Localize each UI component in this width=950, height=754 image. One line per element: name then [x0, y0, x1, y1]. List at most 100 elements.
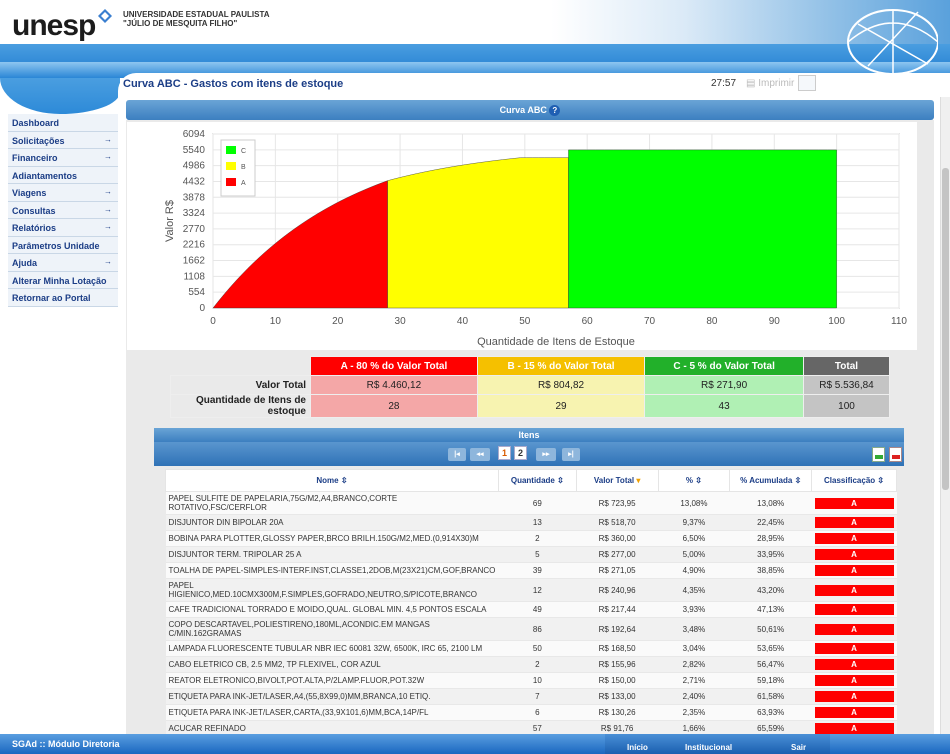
summary-header-total: Total [803, 356, 890, 376]
sidebar-item-10[interactable]: Retornar ao Portal [8, 289, 118, 307]
cell-classif-text: A [814, 623, 894, 635]
scrollbar-thumb[interactable] [942, 168, 949, 490]
cell-pct: 2,71% [658, 672, 730, 689]
sidebar-item-4[interactable]: Viagens → [8, 184, 118, 202]
col-nome[interactable]: Nome ⇳ [165, 469, 499, 492]
footer-link-institucional[interactable]: Institucional [685, 743, 732, 752]
table-row[interactable]: BOBINA PARA PLOTTER,GLOSSY PAPER,BRCO BR… [165, 530, 897, 547]
sidebar-item-5[interactable]: Consultas → [8, 201, 118, 219]
col-quantidade[interactable]: Quantidade ⇳ [497, 469, 577, 492]
cell-classif: A [811, 491, 897, 515]
cell-qtd: 2 [498, 656, 577, 673]
sidebar-item-7[interactable]: Parâmetros Unidade [8, 236, 118, 254]
cell-nome: LAMPADA FLUORESCENTE TUBULAR NBR IEC 600… [165, 640, 499, 657]
legend-swatch-b [226, 162, 236, 170]
cell-nome-text: BOBINA PARA PLOTTER,GLOSSY PAPER,BRCO BR… [168, 534, 479, 543]
sidebar-item-8[interactable]: Ajuda → [8, 254, 118, 272]
cell-classif-text: A [814, 691, 894, 702]
cell-qtd: 5 [498, 546, 577, 563]
help-icon[interactable]: ? [549, 105, 561, 116]
cell-qtd-text: 57 [532, 724, 542, 733]
table-row[interactable]: COPO DESCARTAVEL,POLIESTIRENO,180ML,ACON… [165, 617, 897, 641]
col-acumulada[interactable]: % Acumulada ⇳ [729, 469, 813, 492]
cell-valor-text: R$ 271,05 [598, 566, 636, 575]
cell-nome: CAFE TRADICIONAL TORRADO E MOIDO,QUAL. G… [165, 601, 499, 618]
cell-acum: 47,13% [729, 601, 812, 618]
cell-valor: R$ 271,05 [576, 562, 658, 579]
series-area-b [387, 157, 569, 309]
table-row[interactable]: CAFE TRADICIONAL TORRADO E MOIDO,QUAL. G… [165, 601, 897, 618]
col-valor-total[interactable]: Valor Total ▾ [575, 469, 659, 492]
cell-qtd-text: 2 [535, 534, 540, 543]
cell-acum-text: 43,20% [757, 585, 785, 595]
sidebar-item-3[interactable]: Adiantamentos [8, 166, 118, 184]
sidebar-item-label: Retornar ao Portal [12, 293, 91, 303]
cell-pct: 2,82% [658, 656, 730, 673]
cell-classif-text: A [814, 723, 894, 734]
print-label: Imprimir [758, 78, 795, 89]
cell-pct-text: 2,82% [682, 660, 706, 669]
sidebar-item-6[interactable]: Relatórios → [8, 219, 118, 237]
fullscreen-button[interactable] [798, 75, 816, 91]
sidebar-item-9[interactable]: Alterar Minha Lotação [8, 271, 118, 289]
summary-qtd-label: Quantidade de Itens de estoque [170, 394, 311, 418]
cell-qtd-text: 69 [532, 498, 542, 508]
x-tick-label: 100 [828, 316, 845, 327]
cell-valor-text: R$ 168,50 [598, 644, 636, 653]
globe-icon [847, 9, 938, 74]
table-row[interactable]: ETIQUETA PARA INK-JET/LASER,A4,(55,8X99,… [165, 688, 897, 705]
print-button[interactable]: ▤ Imprimir [746, 78, 794, 89]
arrow-right-icon: → [104, 152, 112, 161]
sidebar-item-1[interactable]: Solicitações → [8, 131, 118, 149]
col-valor-total-label: Valor Total [593, 476, 635, 485]
cell-pct-text: 1,66% [682, 724, 706, 733]
footer-link-sair[interactable]: Sair [791, 743, 806, 752]
sidebar-item-label: Consultas [12, 205, 56, 216]
sort-desc-icon: ▾ [636, 476, 641, 485]
cell-acum: 28,95% [729, 530, 812, 547]
unesp-logo[interactable]: unesp [12, 9, 96, 43]
cell-valor-text: R$ 277,00 [598, 550, 636, 559]
session-timer: 27:57 [711, 78, 737, 89]
cell-pct: 3,48% [658, 617, 730, 641]
cell-classif-text: A [814, 707, 894, 718]
table-row[interactable]: CABO ELETRICO CB, 2.5 MM2, TP FLEXIVEL, … [165, 656, 897, 673]
table-row[interactable]: PAPEL HIGIENICO,MED.10CMX300M,F.SIMPLES,… [165, 578, 897, 602]
table-row[interactable]: ETIQUETA PARA INK-JET/LASER,CARTA,(33,9X… [165, 704, 897, 721]
prev-page-button[interactable]: ◂◂ [470, 448, 490, 461]
table-row[interactable]: REATOR ELETRONICO,BIVOLT,POT.ALTA,P/2LAM… [165, 672, 897, 689]
y-tick-label: 3878 [183, 192, 206, 203]
last-page-button[interactable]: ▸| [562, 448, 580, 461]
export-pdf-icon[interactable] [889, 447, 902, 462]
cell-classif: A [811, 578, 897, 602]
cell-qtd-text: 2 [535, 660, 540, 669]
page-1-button[interactable]: 1 [498, 446, 511, 460]
table-row[interactable]: DISJUNTOR TERM. TRIPOLAR 25 A 5 R$ 277,00 5… [165, 546, 897, 563]
cell-acum-text: 33,95% [757, 550, 785, 559]
next-page-button[interactable]: ▸▸ [536, 448, 556, 461]
cell-nome-text: DISJUNTOR TERM. TRIPOLAR 25 A [168, 550, 302, 559]
page-2-button[interactable]: 2 [514, 446, 527, 460]
cell-acum-text: 38,85% [757, 566, 785, 575]
arrow-right-icon: → [104, 134, 112, 144]
col-classificacao[interactable]: Classificação ⇳ [811, 469, 897, 492]
table-row[interactable]: TOALHA DE PAPEL-SIMPLES-INTERF.INST,CLAS… [165, 562, 897, 579]
footer-link-inicio[interactable]: Início [627, 743, 648, 752]
export-excel-icon[interactable] [872, 447, 885, 462]
cell-nome-text: ETIQUETA PARA INK-JET/LASER,CARTA,(33,9X… [168, 708, 429, 717]
x-tick-label: 110 [891, 316, 907, 327]
cell-acum: 43,20% [729, 578, 812, 602]
y-tick-label: 5540 [183, 145, 206, 156]
table-row[interactable]: LAMPADA FLUORESCENTE TUBULAR NBR IEC 600… [165, 640, 897, 657]
table-row[interactable]: PAPEL SULFITE DE PAPELARIA,75G/M2,A4,BRA… [165, 491, 897, 515]
col-percent[interactable]: % ⇳ [657, 469, 731, 492]
summary-valor-total: R$ 5.536,84 [803, 375, 890, 395]
cell-valor-text: R$ 155,96 [598, 660, 636, 669]
sidebar-item-0[interactable]: Dashboard [8, 114, 118, 132]
footer-title: SGAd :: Módulo Diretoria [12, 739, 120, 749]
first-page-button[interactable]: |◂ [448, 448, 466, 461]
table-row[interactable]: DISJUNTOR DIN BIPOLAR 20A 13 R$ 518,70 9,37… [165, 514, 897, 531]
sidebar-item-2[interactable]: Financeiro → [8, 149, 118, 167]
cell-valor-text: R$ 723,95 [598, 498, 636, 508]
sidebar-item-label: Financeiro [12, 153, 58, 163]
